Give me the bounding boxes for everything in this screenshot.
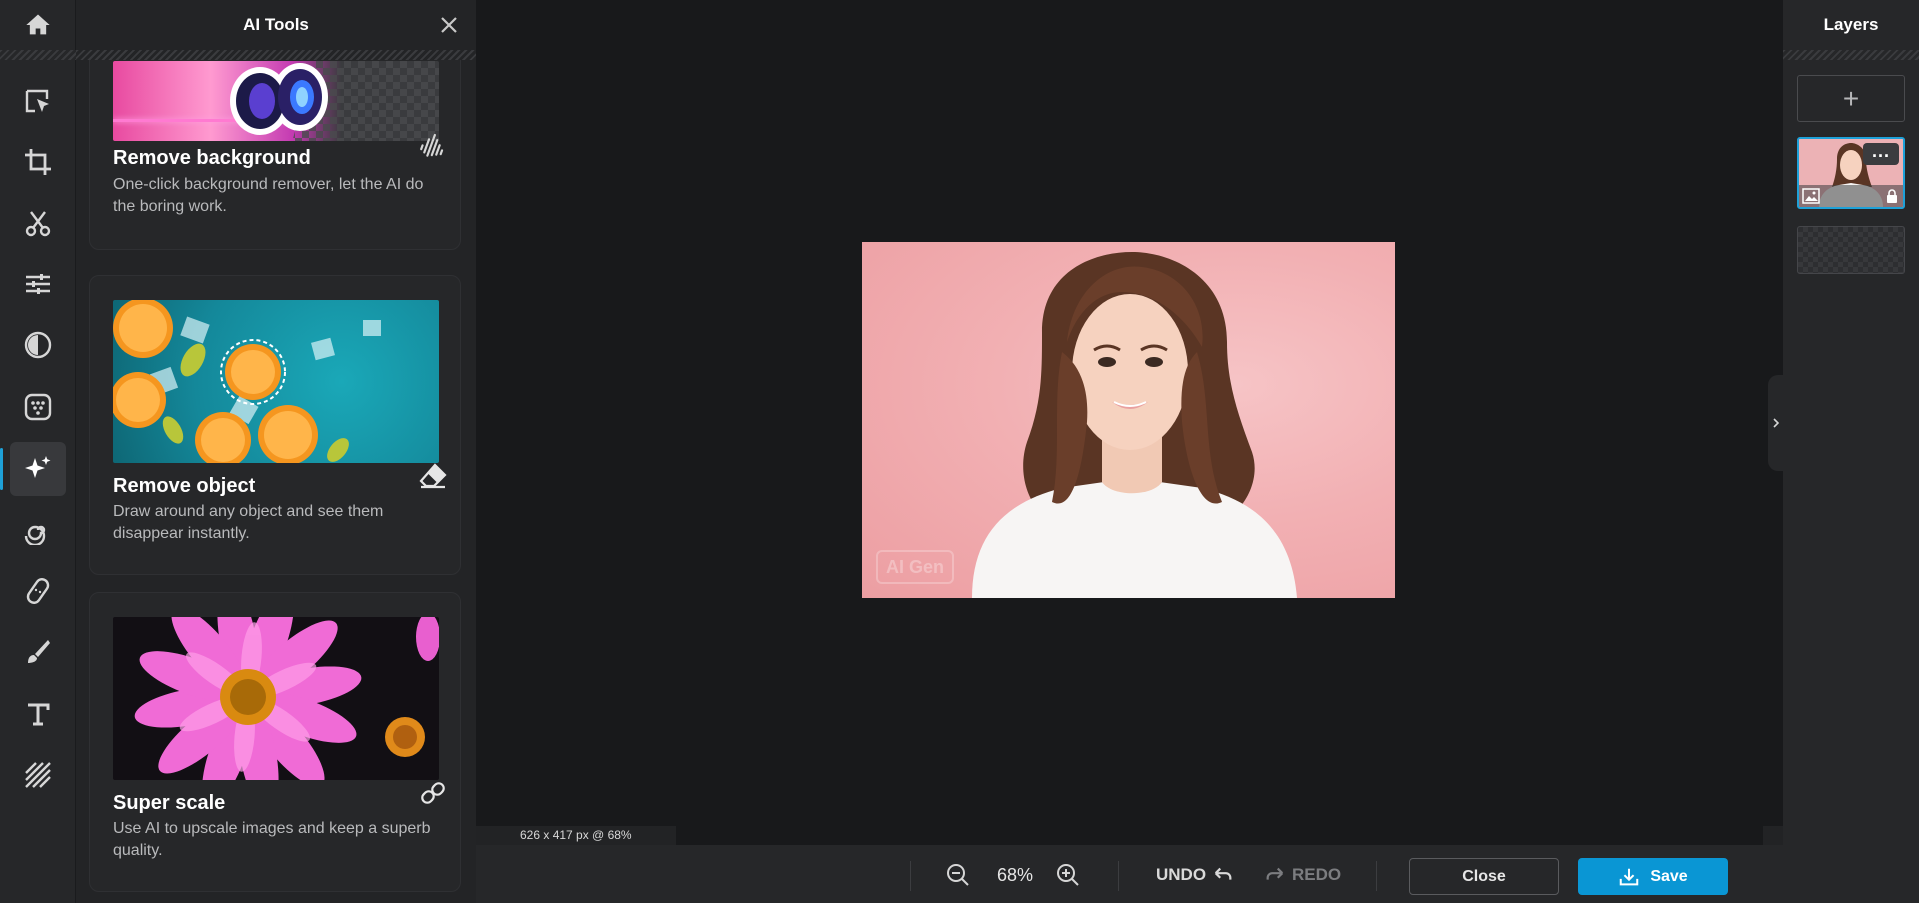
remove-object-title: Remove object [113,475,256,497]
texture-tool-button[interactable] [10,748,66,802]
texture-icon [25,762,51,788]
draw-tool-button[interactable] [10,625,66,679]
sparkle-icon [25,456,51,478]
add-layer-button[interactable]: + [1797,75,1905,122]
chevron-right-icon [1772,418,1779,428]
layer-item-background[interactable] [1797,226,1905,274]
select-icon [25,89,49,113]
tool-rail [0,0,76,903]
cut-tool-button[interactable] [10,197,66,251]
tools-list[interactable]: Remove background One-click background r… [76,60,476,903]
scissors-icon [25,211,51,237]
zoom-in-icon[interactable] [1056,863,1080,887]
layers-collapse-toggle[interactable] [1768,375,1783,471]
undo-label: UNDO [1156,865,1207,884]
text-icon [28,703,50,726]
ai-tools-button[interactable] [0,442,66,496]
redo-label: REDO [1292,865,1342,884]
save-label: Save [1650,867,1688,885]
super-scale-title: Super scale [113,792,226,814]
remove-object-thumbnail [113,300,439,463]
select-tool-button[interactable] [10,75,66,129]
redo-icon [1266,867,1284,880]
ai-gen-watermark: AI Gen [876,550,954,584]
undo-icon [1214,867,1232,880]
layer-item-image[interactable]: ... [1797,137,1905,209]
super-scale-thumbnail [113,617,439,780]
ai-tools-panel: AI Tools Remove background One-click bac… [76,0,476,903]
wave-icon [420,133,444,157]
lock-icon[interactable] [1884,188,1900,204]
layer-more-button[interactable]: ... [1863,142,1899,165]
eraser-icon [419,463,447,489]
panel-title: AI Tools [243,15,309,34]
contrast-icon [24,331,52,359]
panel-divider [76,50,476,60]
zoom-out-icon[interactable] [946,863,970,887]
tool-card-remove-background[interactable]: Remove background One-click background r… [89,60,461,250]
image-info: 626 x 417 px @ 68% [476,826,676,845]
crop-tool-button[interactable] [10,135,66,189]
home-button[interactable] [0,0,76,50]
close-button[interactable]: Close [1409,858,1559,895]
layers-panel: Layers + ... [1783,0,1919,903]
bandage-icon [26,578,50,604]
redo-button[interactable]: REDO [1264,863,1341,887]
retouch-tool-button[interactable] [10,564,66,618]
filter-tool-button[interactable] [10,318,66,372]
zoom-level[interactable]: 68% [990,861,1040,889]
image-icon [1802,188,1820,204]
info-strip-end [1763,826,1783,845]
tool-card-super-scale[interactable]: Super scale Use AI to upscale images and… [89,592,461,892]
effects-tool-button[interactable] [10,380,66,434]
toolbar-divider [1376,861,1377,891]
bottom-toolbar: 68% UNDO REDO Close Save [476,845,1783,903]
text-tool-button[interactable] [10,687,66,741]
save-button[interactable]: Save [1578,858,1728,895]
undo-button[interactable]: UNDO [1156,863,1234,887]
home-icon [26,14,50,35]
toolbar-divider [1118,861,1119,891]
rail-divider [0,50,76,60]
tool-card-remove-object[interactable]: Remove object Draw around any object and… [89,275,461,575]
editor-canvas[interactable]: AI Gen 626 x 417 px @ 68% [476,0,1783,845]
adjust-tool-button[interactable] [10,257,66,311]
spiral-icon [24,525,46,545]
brush-icon [28,640,50,663]
download-icon [1620,868,1639,885]
remove-background-desc: One-click background remover, let the AI… [113,176,424,215]
crop-icon [25,149,51,175]
close-icon[interactable] [438,14,460,36]
panel-header: AI Tools [76,0,476,50]
remove-object-desc: Draw around any object and see them disa… [113,503,384,542]
layers-title: Layers [1823,15,1879,34]
toolbar-divider [910,861,911,891]
super-scale-desc: Use AI to upscale images and keep a supe… [113,820,431,859]
remove-background-title: Remove background [113,147,311,169]
layers-divider [1783,50,1919,60]
remove-background-thumbnail [113,61,439,141]
canvas-image[interactable]: AI Gen [862,242,1395,598]
spiral-tool-button[interactable] [10,503,66,557]
effects-icon [24,393,52,421]
link-icon [421,782,445,804]
sliders-icon [26,274,50,294]
